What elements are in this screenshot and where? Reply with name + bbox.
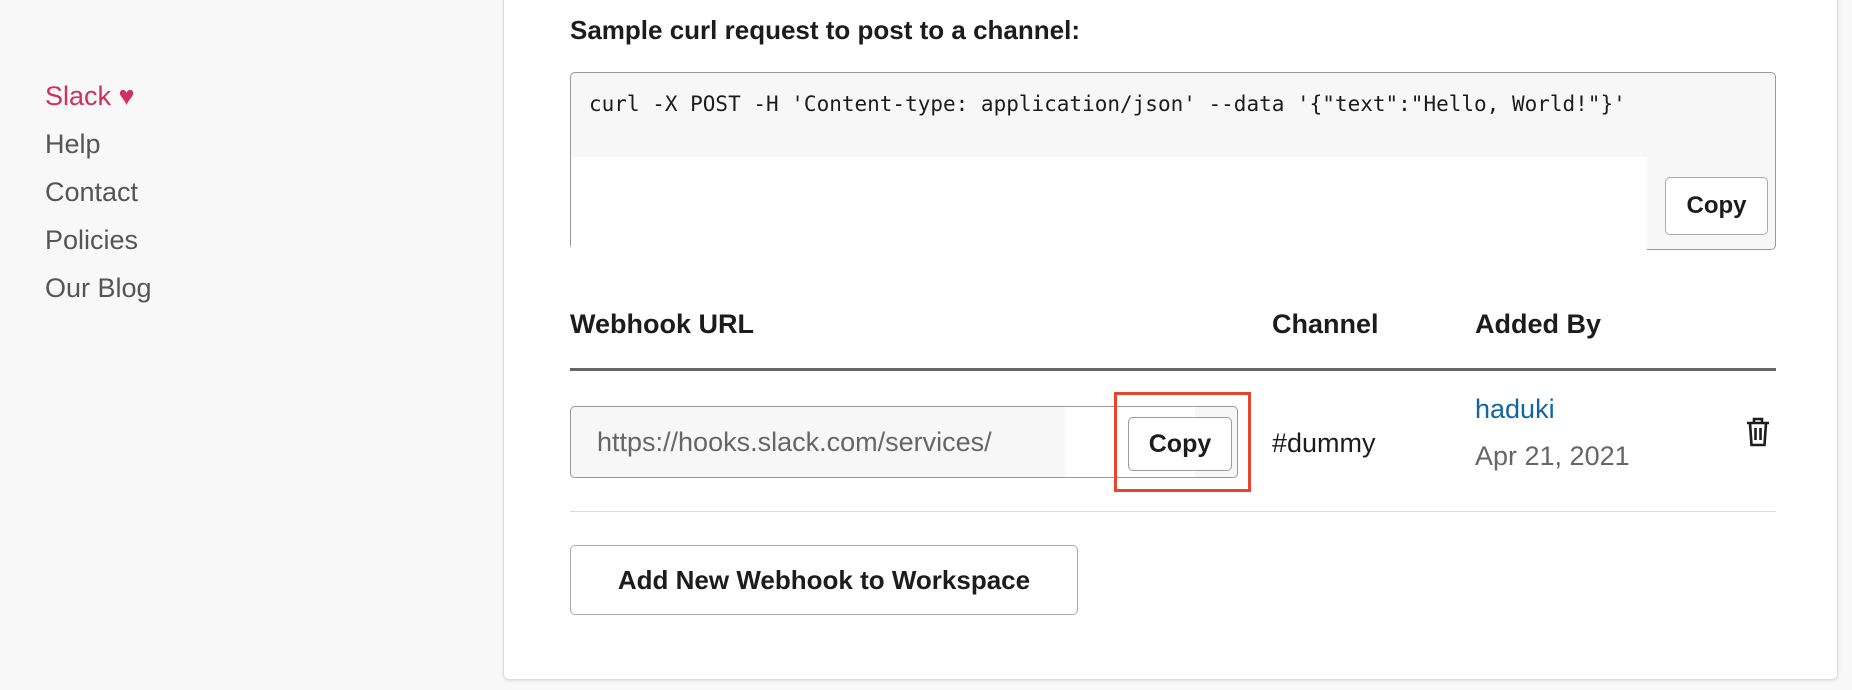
- code-mask: [571, 157, 1647, 250]
- channel-name: #dummy: [1272, 428, 1376, 458]
- curl-code: curl -X POST -H 'Content-type: applicati…: [589, 92, 1626, 116]
- sidebar-item-blog[interactable]: Our Blog: [45, 264, 152, 312]
- sidebar-item-policies[interactable]: Policies: [45, 216, 152, 264]
- highlight-box: [1114, 392, 1251, 492]
- sidebar-item-contact[interactable]: Contact: [45, 168, 152, 216]
- trash-icon[interactable]: [1745, 416, 1771, 453]
- header-divider: [570, 368, 1776, 371]
- header-webhook-url: Webhook URL: [570, 309, 754, 339]
- copy-curl-button[interactable]: Copy: [1665, 177, 1768, 235]
- header-added-by: Added By: [1475, 309, 1602, 339]
- curl-title: Sample curl request to post to a channel…: [570, 15, 1080, 45]
- sidebar-item-slack[interactable]: Slack ♥: [45, 72, 152, 120]
- header-channel: Channel: [1272, 309, 1379, 339]
- curl-code-block: curl -X POST -H 'Content-type: applicati…: [570, 72, 1776, 250]
- sidebar-item-help[interactable]: Help: [45, 120, 152, 168]
- heart-icon: ♥: [118, 81, 135, 111]
- sidebar: Slack ♥ Help Contact Policies Our Blog: [45, 72, 152, 312]
- content-card: Sample curl request to post to a channel…: [503, 0, 1838, 680]
- row-divider: [570, 511, 1776, 512]
- add-new-webhook-button[interactable]: Add New Webhook to Workspace: [570, 545, 1078, 615]
- added-date: Apr 21, 2021: [1475, 441, 1630, 471]
- added-by-user-link[interactable]: haduki: [1475, 394, 1555, 425]
